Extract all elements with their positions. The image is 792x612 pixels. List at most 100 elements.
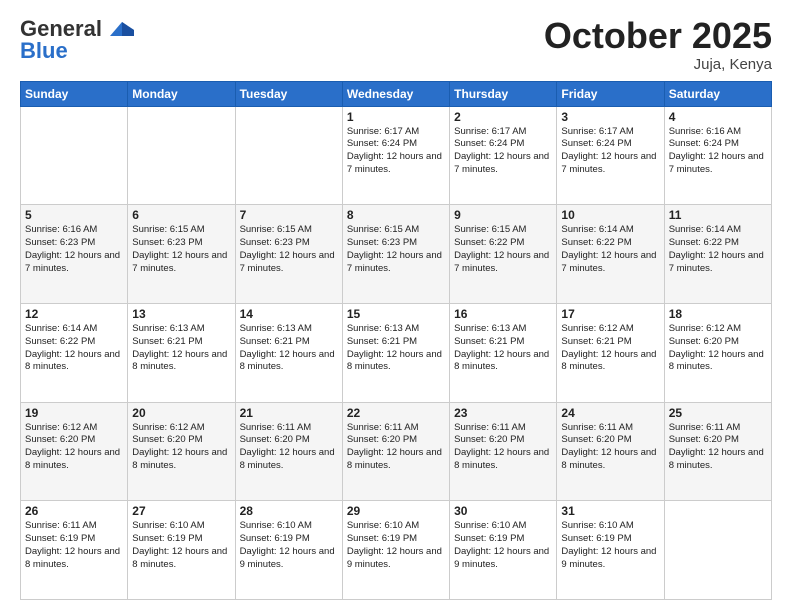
day-number: 21 (240, 406, 338, 420)
table-row: 7Sunrise: 6:15 AMSunset: 6:23 PMDaylight… (235, 205, 342, 304)
cell-text: Sunrise: 6:16 AM (669, 126, 767, 139)
table-row: 17Sunrise: 6:12 AMSunset: 6:21 PMDayligh… (557, 303, 664, 402)
cell-text: Daylight: 12 hours and 7 minutes. (347, 151, 445, 177)
cell-text: Sunset: 6:22 PM (561, 237, 659, 250)
col-sunday: Sunday (21, 81, 128, 106)
day-number: 18 (669, 307, 767, 321)
cell-text: Sunset: 6:20 PM (669, 336, 767, 349)
cell-text: Sunset: 6:20 PM (240, 434, 338, 447)
cell-text: Sunrise: 6:14 AM (669, 224, 767, 237)
cell-text: Sunrise: 6:12 AM (561, 323, 659, 336)
cell-text: Sunrise: 6:15 AM (132, 224, 230, 237)
cell-text: Sunset: 6:20 PM (561, 434, 659, 447)
calendar-week-row: 19Sunrise: 6:12 AMSunset: 6:20 PMDayligh… (21, 402, 772, 501)
header: General Blue October 2025 Juja, Kenya (20, 16, 772, 73)
day-number: 16 (454, 307, 552, 321)
day-number: 2 (454, 110, 552, 124)
cell-text: Daylight: 12 hours and 8 minutes. (132, 447, 230, 473)
day-number: 9 (454, 208, 552, 222)
table-row: 29 Sunrise: 6:10 AMSunset: 6:19 PMDayligh… (342, 501, 449, 600)
table-row: 3Sunrise: 6:17 AMSunset: 6:24 PMDaylight… (557, 106, 664, 205)
table-row: 13 Sunrise: 6:13 AMSunset: 6:21 PMDayligh… (128, 303, 235, 402)
cell-text: Sunset: 6:24 PM (454, 138, 552, 151)
day-number: 13 (132, 307, 230, 321)
table-row: 1Sunrise: 6:17 AMSunset: 6:24 PMDaylight… (342, 106, 449, 205)
cell-text: Sunrise: 6:11 AM (240, 422, 338, 435)
location: Juja, Kenya (544, 56, 772, 73)
cell-text: Daylight: 12 hours and 9 minutes. (347, 546, 445, 572)
cell-text: Sunrise: 6:17 AM (561, 126, 659, 139)
cell-text: Sunrise: 6:10 AM (454, 520, 552, 533)
cell-text: Sunset: 6:19 PM (454, 533, 552, 546)
table-row: 25Sunrise: 6:11 AMSunset: 6:20 PMDayligh… (664, 402, 771, 501)
cell-text: Sunrise: 6:15 AM (347, 224, 445, 237)
cell-text: Sunset: 6:19 PM (240, 533, 338, 546)
cell-text: Daylight: 12 hours and 8 minutes. (347, 447, 445, 473)
day-number: 15 (347, 307, 445, 321)
day-number: 12 (25, 307, 123, 321)
table-row: 30Sunrise: 6:10 AMSunset: 6:19 PMDayligh… (450, 501, 557, 600)
cell-text: Sunrise: 6:11 AM (561, 422, 659, 435)
table-row: 18Sunrise: 6:12 AMSunset: 6:20 PMDayligh… (664, 303, 771, 402)
day-number: 27 (132, 504, 230, 518)
day-number: 6 (132, 208, 230, 222)
col-thursday: Thursday (450, 81, 557, 106)
cell-text: Sunset: 6:19 PM (132, 533, 230, 546)
cell-text: Daylight: 12 hours and 8 minutes. (132, 546, 230, 572)
table-row: 20Sunrise: 6:12 AMSunset: 6:20 PMDayligh… (128, 402, 235, 501)
day-number: 8 (347, 208, 445, 222)
cell-text: Sunset: 6:23 PM (25, 237, 123, 250)
cell-text: Daylight: 12 hours and 7 minutes. (454, 250, 552, 276)
cell-text: Sunrise: 6:10 AM (561, 520, 659, 533)
calendar-week-row: 26Sunrise: 6:11 AMSunset: 6:19 PMDayligh… (21, 501, 772, 600)
cell-text: Sunrise: 6:11 AM (25, 520, 123, 533)
cell-text: Sunset: 6:22 PM (454, 237, 552, 250)
logo-blue: Blue (20, 38, 68, 64)
cell-text: Sunrise: 6:13 AM (132, 323, 230, 336)
cell-text: Sunrise: 6:10 AM (240, 520, 338, 533)
cell-text: Sunset: 6:21 PM (132, 336, 230, 349)
cell-text: Sunset: 6:20 PM (347, 434, 445, 447)
cell-text: Sunset: 6:19 PM (347, 533, 445, 546)
cell-text: Sunrise: 6:10 AM (347, 520, 445, 533)
day-number: 3 (561, 110, 659, 124)
table-row: 10Sunrise: 6:14 AMSunset: 6:22 PMDayligh… (557, 205, 664, 304)
cell-text: Sunset: 6:20 PM (669, 434, 767, 447)
cell-text: Daylight: 12 hours and 7 minutes. (561, 250, 659, 276)
table-row: 16Sunrise: 6:13 AMSunset: 6:21 PMDayligh… (450, 303, 557, 402)
table-row: 22 Sunrise: 6:11 AMSunset: 6:20 PMDayligh… (342, 402, 449, 501)
cell-text: Sunset: 6:19 PM (561, 533, 659, 546)
cell-text: Sunrise: 6:12 AM (669, 323, 767, 336)
day-number: 22 (347, 406, 445, 420)
cell-text: Daylight: 12 hours and 9 minutes. (454, 546, 552, 572)
day-number: 29 (347, 504, 445, 518)
cell-text: Daylight: 12 hours and 7 minutes. (132, 250, 230, 276)
calendar-header-row: Sunday Monday Tuesday Wednesday Thursday… (21, 81, 772, 106)
col-monday: Monday (128, 81, 235, 106)
cell-text: Sunrise: 6:17 AM (454, 126, 552, 139)
cell-text: Sunset: 6:22 PM (25, 336, 123, 349)
day-number: 28 (240, 504, 338, 518)
cell-text: Sunset: 6:20 PM (132, 434, 230, 447)
cell-text: Daylight: 12 hours and 8 minutes. (132, 349, 230, 375)
table-row: 9Sunrise: 6:15 AMSunset: 6:22 PMDaylight… (450, 205, 557, 304)
cell-text: Sunrise: 6:14 AM (25, 323, 123, 336)
table-row: 12Sunrise: 6:14 AMSunset: 6:22 PMDayligh… (21, 303, 128, 402)
table-row: 21Sunrise: 6:11 AMSunset: 6:20 PMDayligh… (235, 402, 342, 501)
col-saturday: Saturday (664, 81, 771, 106)
cell-text: Sunrise: 6:11 AM (347, 422, 445, 435)
cell-text: Daylight: 12 hours and 8 minutes. (25, 546, 123, 572)
cell-text: Sunrise: 6:16 AM (25, 224, 123, 237)
cell-text: Sunrise: 6:11 AM (669, 422, 767, 435)
cell-text: Sunset: 6:23 PM (240, 237, 338, 250)
cell-text: Sunrise: 6:17 AM (347, 126, 445, 139)
table-row: 6Sunrise: 6:15 AMSunset: 6:23 PMDaylight… (128, 205, 235, 304)
col-wednesday: Wednesday (342, 81, 449, 106)
table-row: 23Sunrise: 6:11 AMSunset: 6:20 PMDayligh… (450, 402, 557, 501)
cell-text: Sunset: 6:24 PM (669, 138, 767, 151)
cell-text: Sunrise: 6:11 AM (454, 422, 552, 435)
cell-text: Sunset: 6:23 PM (347, 237, 445, 250)
day-number: 4 (669, 110, 767, 124)
day-number: 11 (669, 208, 767, 222)
logo: General Blue (20, 16, 136, 64)
